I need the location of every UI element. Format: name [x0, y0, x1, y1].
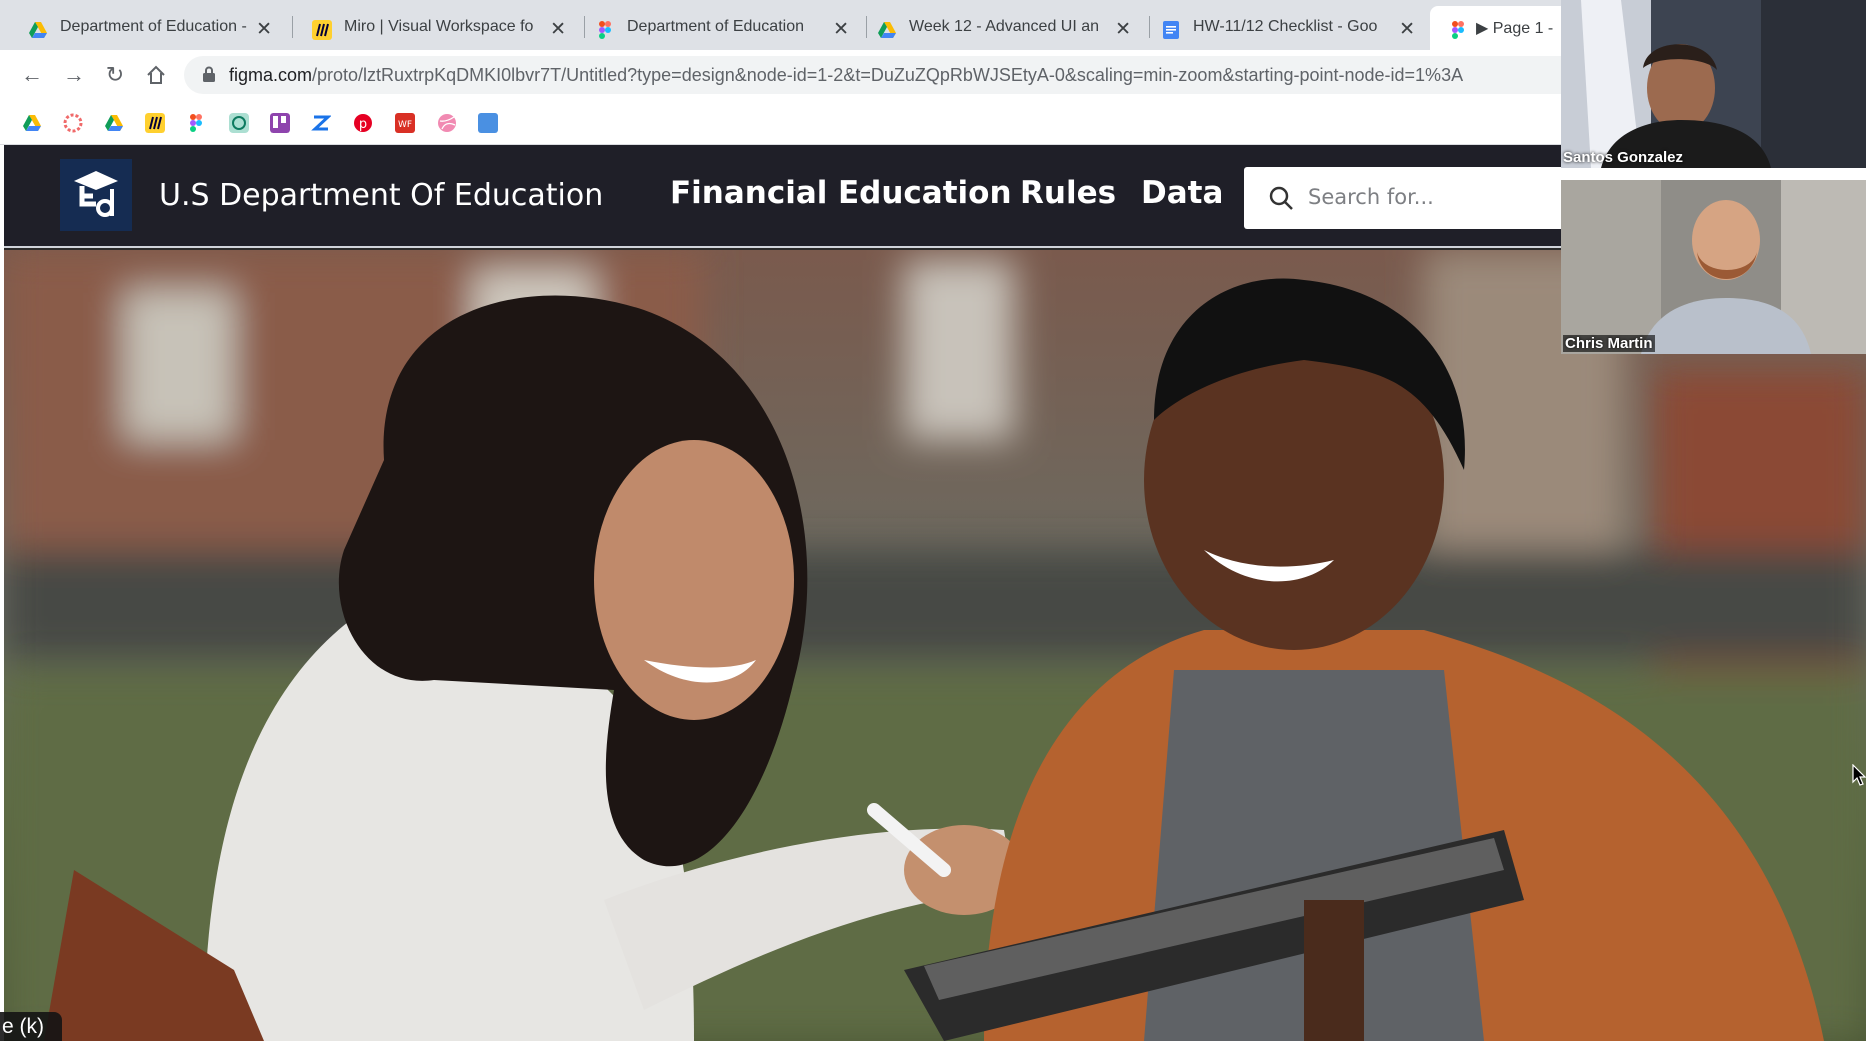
google-drive-icon [878, 22, 896, 38]
nav-financial[interactable]: Financial [670, 175, 827, 211]
pinterest-icon[interactable]: p [353, 113, 373, 133]
browser-tab-3[interactable]: Department of Education ✕ [567, 6, 867, 50]
webflow-icon[interactable]: WF [395, 113, 415, 133]
home-icon[interactable] [142, 61, 170, 89]
trello-icon[interactable] [270, 113, 290, 133]
hero-image [4, 250, 1866, 1041]
ed-logo-icon[interactable] [60, 159, 132, 231]
browser-tab-4[interactable]: Week 12 - Advanced UI an ✕ [849, 6, 1149, 50]
asana-icon[interactable] [63, 113, 83, 133]
screen: Department of Education - ✕ Miro | Visua… [0, 0, 1866, 1041]
participant-name: Santos Gonzalez [1563, 149, 1684, 166]
search-icon [1269, 186, 1293, 210]
video-tile-santos[interactable]: Santos Gonzalez [1561, 0, 1866, 168]
google-docs-icon [1163, 21, 1179, 39]
close-icon[interactable]: ✕ [550, 18, 566, 41]
tab-title: Week 12 - Advanced UI an [909, 18, 1099, 35]
back-icon[interactable]: ← [18, 61, 46, 89]
browser-tab-5[interactable]: HW-11/12 Checklist - Goo ✕ [1133, 6, 1433, 50]
google-drive-icon[interactable] [22, 113, 42, 133]
tab-title: Department of Education [627, 18, 804, 35]
google-drive-icon[interactable] [104, 113, 124, 133]
figma-icon [1452, 21, 1464, 39]
figma-icon[interactable] [186, 113, 206, 133]
participant-name: Chris Martin [1563, 335, 1655, 352]
tab-title: Department of Education - [60, 18, 247, 35]
tab-title: Miro | Visual Workspace fo [344, 18, 534, 35]
google-drive-icon [29, 22, 47, 38]
figma-icon [599, 21, 611, 39]
video-tile-chris[interactable]: Chris Martin [1561, 180, 1866, 354]
bookmark-blue-icon[interactable] [478, 113, 498, 133]
close-icon[interactable]: ✕ [1115, 18, 1131, 41]
mouse-cursor-icon [1852, 764, 1866, 786]
svg-text:WF: WF [398, 120, 412, 130]
site-title[interactable]: U.S Department Of Education [159, 178, 603, 213]
nav-data[interactable]: Data [1141, 175, 1223, 211]
url-path: /proto/lztRuxtrpKqDMKI0lbvr7T/Untitled?t… [312, 65, 1464, 85]
zotero-icon[interactable] [311, 113, 331, 133]
participant-video [1561, 180, 1866, 354]
lock-icon [203, 66, 215, 82]
shortcut-hint: e (k) [0, 1012, 62, 1041]
close-icon[interactable]: ✕ [833, 18, 849, 41]
url-host: figma.com [229, 65, 313, 85]
browser-tab-2[interactable]: Miro | Visual Workspace fo ✕ [284, 6, 584, 50]
forward-icon[interactable]: → [60, 61, 88, 89]
participant-video [1561, 0, 1866, 168]
nav-education[interactable]: Education [838, 175, 1012, 211]
close-icon[interactable]: ✕ [1399, 18, 1415, 41]
dribbble-icon[interactable] [437, 113, 457, 133]
nav-rules[interactable]: Rules [1020, 175, 1116, 211]
miro-icon [312, 20, 332, 40]
url-text[interactable]: figma.com/proto/lztRuxtrpKqDMKI0lbvr7T/U… [229, 65, 1463, 86]
chatgpt-icon[interactable] [229, 113, 249, 133]
close-icon[interactable]: ✕ [256, 18, 272, 41]
tab-title: HW-11/12 Checklist - Goo [1193, 18, 1378, 35]
miro-icon[interactable] [145, 113, 165, 133]
hero-photo [4, 250, 1866, 1041]
svg-text:p: p [359, 117, 367, 132]
browser-tab-1[interactable]: Department of Education - ✕ [0, 6, 290, 50]
reload-icon[interactable]: ↻ [101, 61, 129, 89]
search-placeholder: Search for... [1308, 185, 1434, 209]
